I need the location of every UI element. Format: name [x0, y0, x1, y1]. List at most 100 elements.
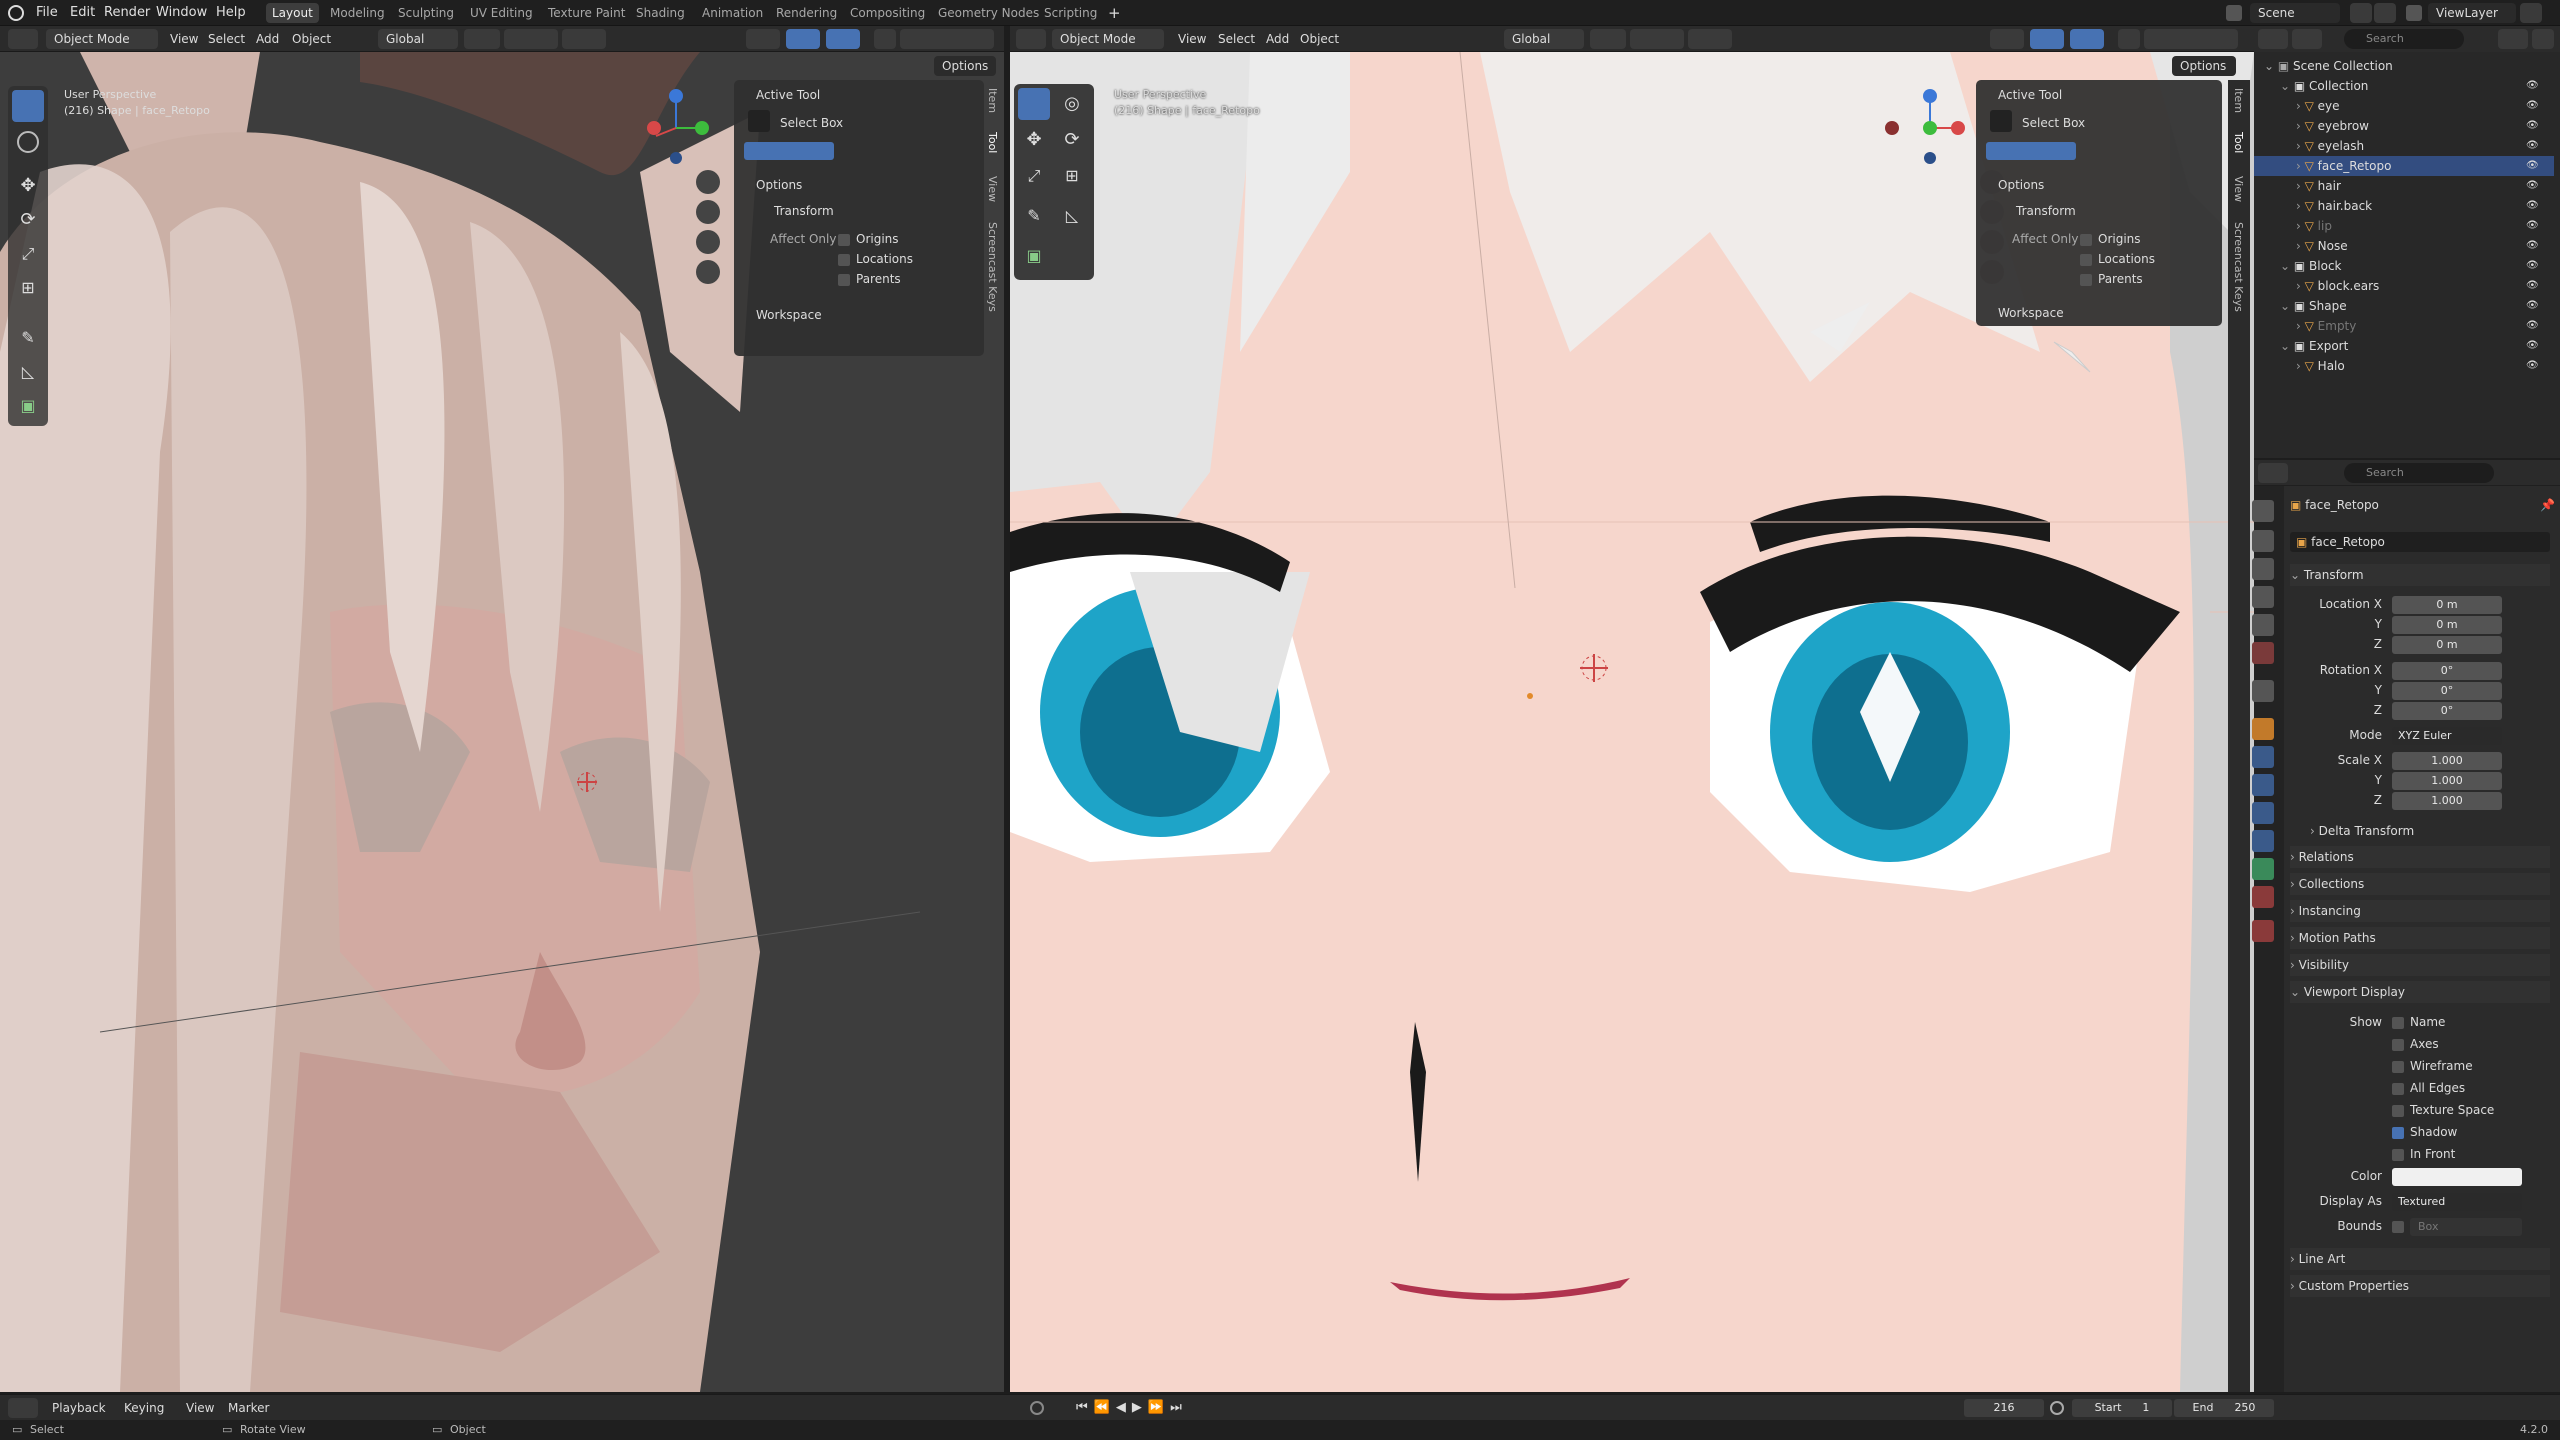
- physics-tab-icon[interactable]: [2252, 802, 2274, 824]
- menu-select[interactable]: Select: [208, 29, 245, 49]
- select-box-icon[interactable]: [1990, 110, 2012, 132]
- delete-scene-icon[interactable]: [2374, 3, 2396, 23]
- menu-select[interactable]: Select: [1218, 29, 1255, 49]
- snap-icon[interactable]: [1630, 29, 1684, 49]
- pan-hand-icon[interactable]: [696, 200, 720, 224]
- object-tab-icon[interactable]: [2252, 718, 2274, 740]
- visibility-icon[interactable]: [746, 29, 780, 49]
- pin-icon[interactable]: 📌: [2540, 498, 2555, 512]
- tab-animation[interactable]: Animation: [696, 3, 769, 23]
- view-layer-tab-icon[interactable]: [2252, 586, 2274, 608]
- constraints-tab-icon[interactable]: [2252, 830, 2274, 852]
- proportional-edit-icon[interactable]: [1688, 29, 1732, 49]
- pivot-icon[interactable]: [464, 29, 500, 49]
- scene-selector[interactable]: Scene: [2250, 3, 2340, 23]
- unchecked-icon[interactable]: [2392, 1016, 2404, 1029]
- gizmo-icon[interactable]: [786, 29, 820, 49]
- perspective-toggle-icon[interactable]: [696, 260, 720, 284]
- new-collection-icon[interactable]: [2532, 29, 2554, 49]
- location-z-field[interactable]: 0 m: [2392, 636, 2502, 654]
- collection-tab-icon[interactable]: [2252, 680, 2274, 702]
- transform-header[interactable]: Transform: [2016, 204, 2076, 218]
- visibility-eye-icon[interactable]: 👁: [2526, 116, 2539, 136]
- tab-texture-paint[interactable]: Texture Paint: [542, 3, 631, 23]
- tab-layout[interactable]: Layout: [266, 3, 319, 23]
- select-box-icon[interactable]: [748, 110, 770, 132]
- outliner-row[interactable]: › ▽ face_Retopo 👁: [2254, 156, 2554, 176]
- tab-sculpting[interactable]: Sculpting: [392, 3, 460, 23]
- current-frame-field[interactable]: 216: [1964, 1399, 2044, 1417]
- parents-checkbox[interactable]: Parents: [838, 272, 901, 286]
- sidetab-view[interactable]: View: [986, 176, 999, 202]
- expand-arrow-icon[interactable]: ›: [2296, 199, 2305, 213]
- add-cube-tool[interactable]: ▣: [1018, 240, 1050, 272]
- tab-compositing[interactable]: Compositing: [844, 3, 931, 23]
- expand-arrow-icon[interactable]: ⌄: [2280, 259, 2294, 273]
- pivot-icon[interactable]: [1590, 29, 1626, 49]
- expand-arrow-icon[interactable]: ›: [2296, 179, 2305, 193]
- display-as-dropdown[interactable]: Textured: [2392, 1193, 2522, 1211]
- expand-arrow-icon[interactable]: ›: [2296, 319, 2305, 333]
- outliner-row[interactable]: › ▽ eye 👁: [2254, 96, 2554, 116]
- playback-controls[interactable]: ⏮⏪◀▶⏩⏭: [1076, 1398, 1188, 1418]
- properties-search-input[interactable]: Search: [2344, 463, 2494, 483]
- outliner-row[interactable]: ⌄ ▣ Shape 👁: [2254, 296, 2554, 316]
- scene-icon[interactable]: [2226, 5, 2242, 21]
- visibility-eye-icon[interactable]: 👁: [2526, 236, 2539, 256]
- editor-type-icon[interactable]: [1016, 29, 1046, 49]
- annotate-tool[interactable]: ✎: [12, 322, 44, 354]
- mode-selector[interactable]: Object Mode: [1052, 29, 1164, 49]
- expand-arrow-icon[interactable]: ›: [2296, 219, 2305, 233]
- color-swatch[interactable]: [2392, 1168, 2522, 1186]
- outliner-row[interactable]: › ▽ eyelash 👁: [2254, 136, 2554, 156]
- rotation-z-field[interactable]: 0°: [2392, 702, 2502, 720]
- camera-view-icon[interactable]: [696, 230, 720, 254]
- rotation-x-field[interactable]: 0°: [2392, 662, 2502, 680]
- outliner-row[interactable]: ⌄ ▣ Export 👁: [2254, 336, 2554, 356]
- menu-window[interactable]: Window: [156, 0, 207, 26]
- left-viewport[interactable]: User Perspective (216) Shape | face_Reto…: [0, 52, 1004, 1392]
- visibility-eye-icon[interactable]: 👁: [2526, 296, 2539, 316]
- auto-keying-icon[interactable]: [1030, 1401, 1044, 1415]
- overlay-icon[interactable]: [2070, 29, 2104, 49]
- world-tab-icon[interactable]: [2252, 642, 2274, 664]
- add-cube-tool[interactable]: ▣: [12, 390, 44, 422]
- menu-view[interactable]: View: [170, 29, 198, 49]
- scale-tool[interactable]: ⤢: [12, 238, 44, 270]
- output-tab-icon[interactable]: [2252, 558, 2274, 580]
- visibility-section[interactable]: › Visibility: [2290, 954, 2550, 976]
- select-box-tool[interactable]: [12, 90, 44, 122]
- data-tab-icon[interactable]: [2252, 858, 2274, 880]
- visibility-eye-icon[interactable]: 👁: [2526, 96, 2539, 116]
- show-option-checkbox[interactable]: Shadow: [2392, 1125, 2457, 1139]
- visibility-eye-icon[interactable]: 👁: [2526, 176, 2539, 196]
- tab-uv-editing[interactable]: UV Editing: [464, 3, 539, 23]
- visibility-eye-icon[interactable]: 👁: [2526, 356, 2539, 376]
- mode-selector[interactable]: Object Mode: [46, 29, 158, 49]
- menu-help[interactable]: Help: [216, 0, 246, 26]
- motion-paths-section[interactable]: › Motion Paths: [2290, 927, 2550, 949]
- tab-geometry-nodes[interactable]: Geometry Nodes: [932, 3, 1045, 23]
- navigation-gizmo[interactable]: [636, 88, 716, 168]
- view-layer-selector[interactable]: ViewLayer: [2428, 3, 2516, 23]
- origins-checkbox[interactable]: Origins: [2080, 232, 2141, 246]
- xray-icon[interactable]: [874, 29, 896, 49]
- origins-checkbox[interactable]: Origins: [838, 232, 899, 246]
- unchecked-icon[interactable]: [2392, 1104, 2404, 1117]
- location-y-field[interactable]: 0 m: [2392, 616, 2502, 634]
- menu-view[interactable]: View: [186, 1398, 214, 1418]
- show-option-checkbox[interactable]: Texture Space: [2392, 1103, 2494, 1117]
- add-workspace-icon[interactable]: +: [1108, 3, 1121, 23]
- visibility-eye-icon[interactable]: 👁: [2526, 276, 2539, 296]
- annotate-tool[interactable]: ✎: [1018, 200, 1050, 232]
- outliner-row[interactable]: › ▽ Empty 👁: [2254, 316, 2554, 336]
- expand-arrow-icon[interactable]: ›: [2296, 119, 2305, 133]
- xray-icon[interactable]: [2118, 29, 2140, 49]
- new-view-layer-icon[interactable]: [2520, 3, 2542, 23]
- editor-type-icon[interactable]: [8, 29, 38, 49]
- visibility-eye-icon[interactable]: 👁: [2526, 136, 2539, 156]
- visibility-eye-icon[interactable]: 👁: [2526, 216, 2539, 236]
- locations-checkbox[interactable]: Locations: [838, 252, 913, 266]
- blender-logo-icon[interactable]: [8, 5, 24, 21]
- parents-checkbox[interactable]: Parents: [2080, 272, 2143, 286]
